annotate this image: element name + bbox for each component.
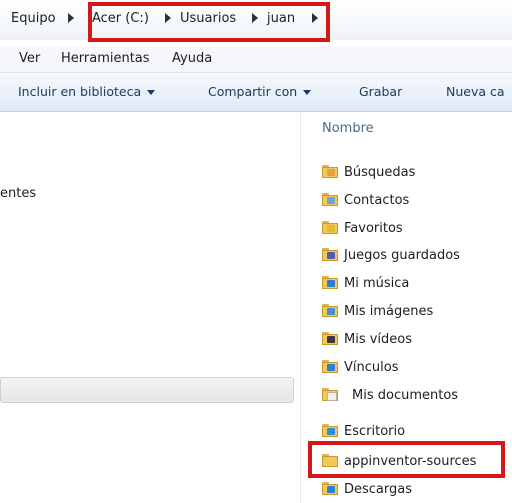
documents-folder-icon xyxy=(322,388,338,402)
contacts-folder-icon xyxy=(322,193,338,207)
list-item-label: Favoritos xyxy=(344,221,403,236)
favorites-folder-icon xyxy=(322,221,338,235)
list-item-label: Descargas xyxy=(344,482,413,497)
pictures-folder-icon xyxy=(322,304,338,318)
chevron-down-icon xyxy=(303,90,312,95)
search-folder-icon xyxy=(322,165,338,179)
list-item-label: Mis vídeos xyxy=(344,332,413,347)
pane-splitter[interactable] xyxy=(300,112,301,503)
horizontal-scrollbar[interactable] xyxy=(0,377,294,403)
breadcrumb-separator-icon[interactable] xyxy=(68,13,74,23)
share-with-label: Compartir con xyxy=(208,84,298,99)
include-in-library-label: Incluir en biblioteca xyxy=(18,84,142,99)
list-item-label: Juegos guardados xyxy=(344,248,460,263)
menu-ver[interactable]: Ver xyxy=(19,51,40,66)
list-item-label: Búsquedas xyxy=(344,165,416,180)
include-in-library-button[interactable]: Incluir en biblioteca xyxy=(18,84,156,99)
desktop-folder-icon xyxy=(322,424,338,438)
list-item-label: Mis imágenes xyxy=(344,304,434,319)
nav-item-truncated[interactable]: entes xyxy=(0,186,36,201)
list-item-label: Contactos xyxy=(344,193,410,208)
burn-button[interactable]: Grabar xyxy=(359,84,402,99)
videos-folder-icon xyxy=(322,332,338,346)
item-highlight-box xyxy=(308,441,505,478)
menu-bar: Ver Herramientas Ayuda xyxy=(0,46,512,73)
music-folder-icon xyxy=(322,276,338,290)
games-folder-icon xyxy=(322,248,338,262)
breadcrumb-equipo[interactable]: Equipo xyxy=(11,11,56,26)
navigation-pane: entes xyxy=(0,112,300,503)
menu-herramientas[interactable]: Herramientas xyxy=(61,51,150,66)
links-folder-icon xyxy=(322,360,338,374)
menu-ayuda[interactable]: Ayuda xyxy=(172,51,212,66)
downloads-folder-icon xyxy=(322,482,338,496)
list-item-label: Mi música xyxy=(344,276,410,291)
column-header-name[interactable]: Nombre xyxy=(322,121,374,136)
command-toolbar: Incluir en biblioteca Compartir con Grab… xyxy=(0,73,512,112)
new-folder-button[interactable]: Nueva ca xyxy=(446,84,505,99)
list-item-label: Vínculos xyxy=(344,360,399,375)
list-item-label: Mis documentos xyxy=(352,388,459,403)
address-highlight-box xyxy=(88,2,330,42)
list-item-label: Escritorio xyxy=(344,424,406,439)
share-with-button[interactable]: Compartir con xyxy=(208,84,312,99)
chevron-down-icon xyxy=(147,90,156,95)
